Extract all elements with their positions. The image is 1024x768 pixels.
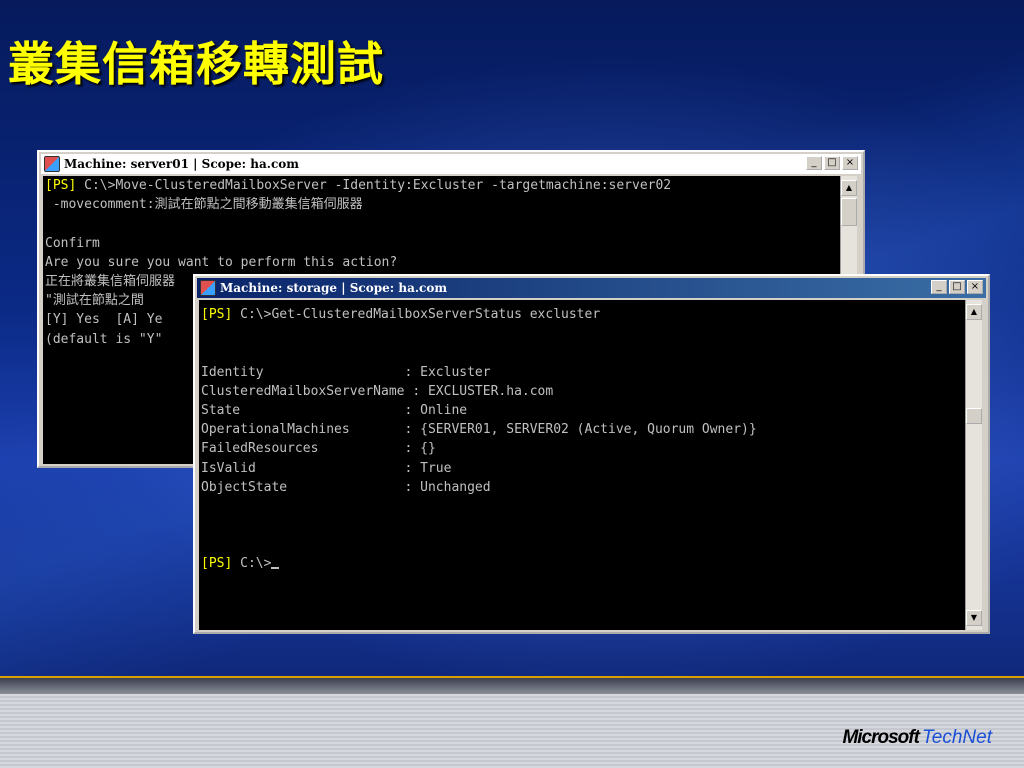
console-line: State : Online: [201, 401, 965, 420]
console-line: OperationalMachines : {SERVER01, SERVER0…: [201, 420, 965, 439]
console-window-storage[interactable]: Machine: storage | Scope: ha.com _ □ × […: [193, 274, 990, 634]
text-cursor: [271, 567, 280, 570]
window-controls: _ □ ×: [931, 280, 983, 294]
console-text: -movecomment:測試在節點之間移動叢集信箱伺服器: [45, 197, 363, 213]
console-text: C:\>Move-ClusteredMailboxServer -Identit…: [76, 178, 672, 193]
console-text: OperationalMachines : {SERVER01, SERVER0…: [201, 422, 757, 438]
console-line: Identity : Excluster: [201, 363, 965, 382]
console-line: ClusteredMailboxServerName : EXCLUSTER.h…: [201, 382, 965, 401]
scroll-up-button[interactable]: ▲: [966, 304, 982, 320]
logo-product: TechNet: [921, 727, 992, 748]
window-controls: _ □ ×: [806, 156, 858, 170]
console-line: Confirm: [45, 234, 840, 253]
console-text: Identity : Excluster: [201, 364, 491, 380]
console-text: IsValid : True: [201, 460, 452, 476]
console-output[interactable]: [PS] C:\>Get-ClusteredMailboxServerStatu…: [199, 300, 965, 630]
ps-prompt: [PS]: [201, 556, 233, 572]
close-button[interactable]: ×: [967, 280, 983, 294]
console-line: IsValid : True: [201, 459, 965, 478]
window-titlebar[interactable]: Machine: server01 | Scope: ha.com _ □ ×: [41, 154, 861, 174]
console-text: Confirm: [45, 235, 100, 251]
console-line: ObjectState : Unchanged: [201, 478, 965, 497]
console-text: ClusteredMailboxServerName : EXCLUSTER.h…: [201, 383, 554, 399]
minimize-button[interactable]: _: [931, 280, 947, 294]
console-line: [PS] C:\>Move-ClusteredMailboxServer -Id…: [45, 176, 840, 195]
scroll-down-button[interactable]: ▼: [966, 610, 982, 626]
logo-brand: Microsoft: [842, 727, 919, 748]
powershell-icon: [44, 156, 60, 172]
console-line: [PS] C:\>Get-ClusteredMailboxServerStatu…: [201, 305, 965, 324]
microsoft-technet-logo: Microsoft TechNet: [842, 726, 992, 749]
console-text: C:\>Get-ClusteredMailboxServerStatus exc…: [232, 307, 601, 322]
console-text: FailedResources : {}: [201, 441, 436, 457]
scroll-thumb[interactable]: [841, 198, 857, 226]
ps-prompt: [PS]: [201, 307, 233, 322]
console-text: State : Online: [201, 402, 468, 418]
ps-prompt: [PS]: [45, 178, 77, 193]
window-title: Machine: server01 | Scope: ha.com: [64, 157, 299, 171]
console-line: -movecomment:測試在節點之間移動叢集信箱伺服器: [45, 195, 840, 214]
footer-shade: [0, 678, 1024, 694]
slide-title: 叢集信箱移轉測試: [8, 37, 384, 91]
console-line: Are you sure you want to perform this ac…: [45, 253, 840, 272]
console-text: [Y] Yes [A] Ye: [45, 312, 163, 328]
console-text: C:\>: [232, 556, 272, 572]
powershell-icon: [200, 280, 216, 296]
console-text: "測試在節點之間: [45, 293, 144, 309]
console-line: FailedResources : {}: [201, 439, 965, 458]
vertical-scrollbar[interactable]: ▲ ▼: [965, 300, 982, 630]
maximize-button[interactable]: □: [949, 280, 965, 294]
maximize-button[interactable]: □: [824, 156, 840, 170]
console-text: (default is "Y": [45, 331, 163, 347]
window-titlebar[interactable]: Machine: storage | Scope: ha.com _ □ ×: [197, 278, 986, 298]
console-line: [PS] C:\>: [201, 554, 965, 573]
console-text: ObjectState : Unchanged: [201, 479, 491, 495]
scroll-thumb[interactable]: [966, 408, 982, 424]
minimize-button[interactable]: _: [806, 156, 822, 170]
close-button[interactable]: ×: [842, 156, 858, 170]
window-title: Machine: storage | Scope: ha.com: [220, 281, 448, 295]
scroll-up-button[interactable]: ▲: [841, 180, 857, 196]
console-text: Are you sure you want to perform this ac…: [45, 254, 398, 270]
console-text: 正在將叢集信箱伺服器: [45, 273, 176, 289]
